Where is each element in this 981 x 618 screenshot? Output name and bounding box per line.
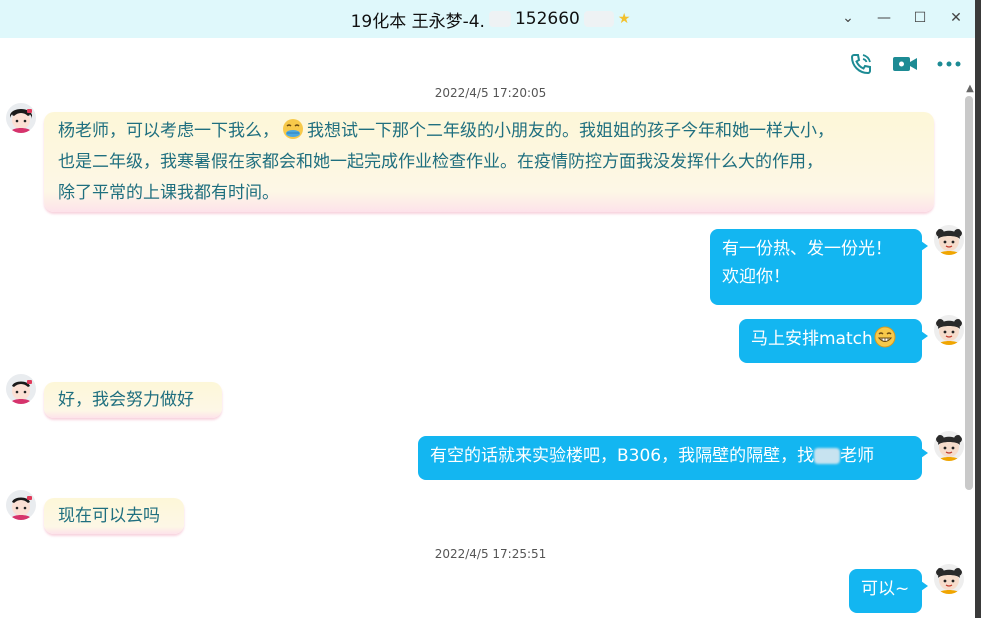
timestamp: 2022/4/5 17:20:05: [434, 86, 547, 100]
maximize-button[interactable]: ☐: [913, 8, 927, 28]
timestamp: 2022/4/5 17:25:51: [434, 547, 547, 561]
message-line: 欢迎你！: [722, 267, 790, 287]
my-avatar[interactable]: [934, 225, 964, 255]
message-text: 好，我会努力做好: [58, 390, 194, 410]
chat-toolbar: [847, 52, 963, 76]
message-text: 马上安排match: [751, 329, 873, 349]
window-title-part2: 152660: [514, 9, 580, 29]
message-line: 杨老师，可以考虑一下我么， 我想试一下那个二年级的小朋友的。我姐姐的孩子今年和她一…: [58, 116, 920, 147]
message-bubble-incoming[interactable]: 好，我会努力做好: [44, 382, 222, 418]
window-title-part1: 19化本 王永梦-4.: [350, 11, 485, 32]
video-call-icon[interactable]: [891, 52, 919, 76]
avatar[interactable]: [6, 374, 36, 404]
message-line: 也是二年级，我寒暑假在家都会和她一起完成作业检查作业。在疫情防控方面我没发挥什么…: [58, 152, 823, 172]
dropdown-button[interactable]: ⌄: [841, 8, 855, 28]
scrollbar[interactable]: [965, 96, 973, 616]
window-controls: ⌄ — ☐ ✕: [841, 8, 963, 28]
avatar[interactable]: [6, 103, 36, 133]
minimize-button[interactable]: —: [877, 8, 891, 28]
message-bubble-outgoing[interactable]: 可以~: [849, 569, 928, 613]
message-bubble-outgoing[interactable]: 有空的话就来实验楼吧，B306，我隔壁的隔壁，找 老师: [418, 436, 928, 480]
redacted-name: [814, 448, 841, 464]
avatar[interactable]: [6, 490, 36, 520]
grin-emoji-icon: [874, 326, 896, 348]
message-bubble-outgoing[interactable]: 有一份热、发一份光！ 欢迎你！: [710, 229, 928, 305]
phone-icon[interactable]: [847, 52, 875, 76]
chat-window: 19化本 王永梦-4. 152660 ★ ⌄ — ☐ ✕ ▲ 2022/4/5 …: [0, 0, 981, 618]
message-text: 杨老师，可以考虑一下我么，: [58, 121, 279, 141]
more-icon[interactable]: [935, 52, 963, 76]
message-text: 现在可以去吗: [58, 506, 160, 526]
close-button[interactable]: ✕: [949, 8, 963, 28]
my-avatar[interactable]: [934, 315, 964, 345]
title-wrap: 19化本 王永梦-4. 152660 ★: [351, 7, 631, 32]
message-line: 有一份热、发一份光！: [722, 239, 892, 259]
redacted-title-segment: [488, 11, 511, 27]
message-line: 除了平常的上课我都有时间。: [58, 183, 279, 203]
scrollbar-thumb[interactable]: [965, 96, 973, 490]
message-bubble-incoming[interactable]: 杨老师，可以考虑一下我么， 我想试一下那个二年级的小朋友的。我姐姐的孩子今年和她一…: [44, 112, 934, 212]
message-text: 可以~: [861, 579, 910, 599]
message-text: 有空的话就来实验楼吧，B306，我隔壁的隔壁，找: [430, 446, 815, 466]
message-bubble-outgoing[interactable]: 马上安排match: [739, 319, 928, 363]
my-avatar[interactable]: [934, 564, 964, 594]
redacted-title-segment-2: [583, 11, 614, 27]
emoji-icon: [282, 118, 304, 140]
message-bubble-incoming[interactable]: 现在可以去吗: [44, 498, 184, 534]
message-text: 我想试一下那个二年级的小朋友的。我姐姐的孩子今年和她一样大小，: [307, 121, 834, 141]
star-icon[interactable]: ★: [618, 11, 631, 27]
my-avatar[interactable]: [934, 431, 964, 461]
title-bar: 19化本 王永梦-4. 152660 ★ ⌄ — ☐ ✕: [0, 0, 981, 38]
message-text: 老师: [840, 446, 875, 466]
